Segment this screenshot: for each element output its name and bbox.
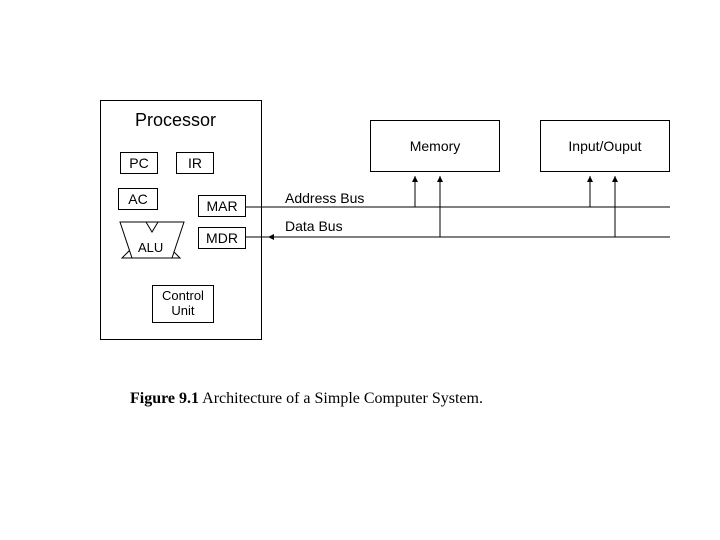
figure-number: Figure 9.1 — [130, 390, 199, 407]
diagram-canvas: Processor PC IR AC MAR MDR ALU Control U… — [0, 0, 720, 540]
bus-lines — [0, 0, 720, 540]
figure-text: Architecture of a Simple Computer System… — [199, 390, 483, 407]
figure-caption: Figure 9.1 Architecture of a Simple Comp… — [130, 390, 483, 408]
